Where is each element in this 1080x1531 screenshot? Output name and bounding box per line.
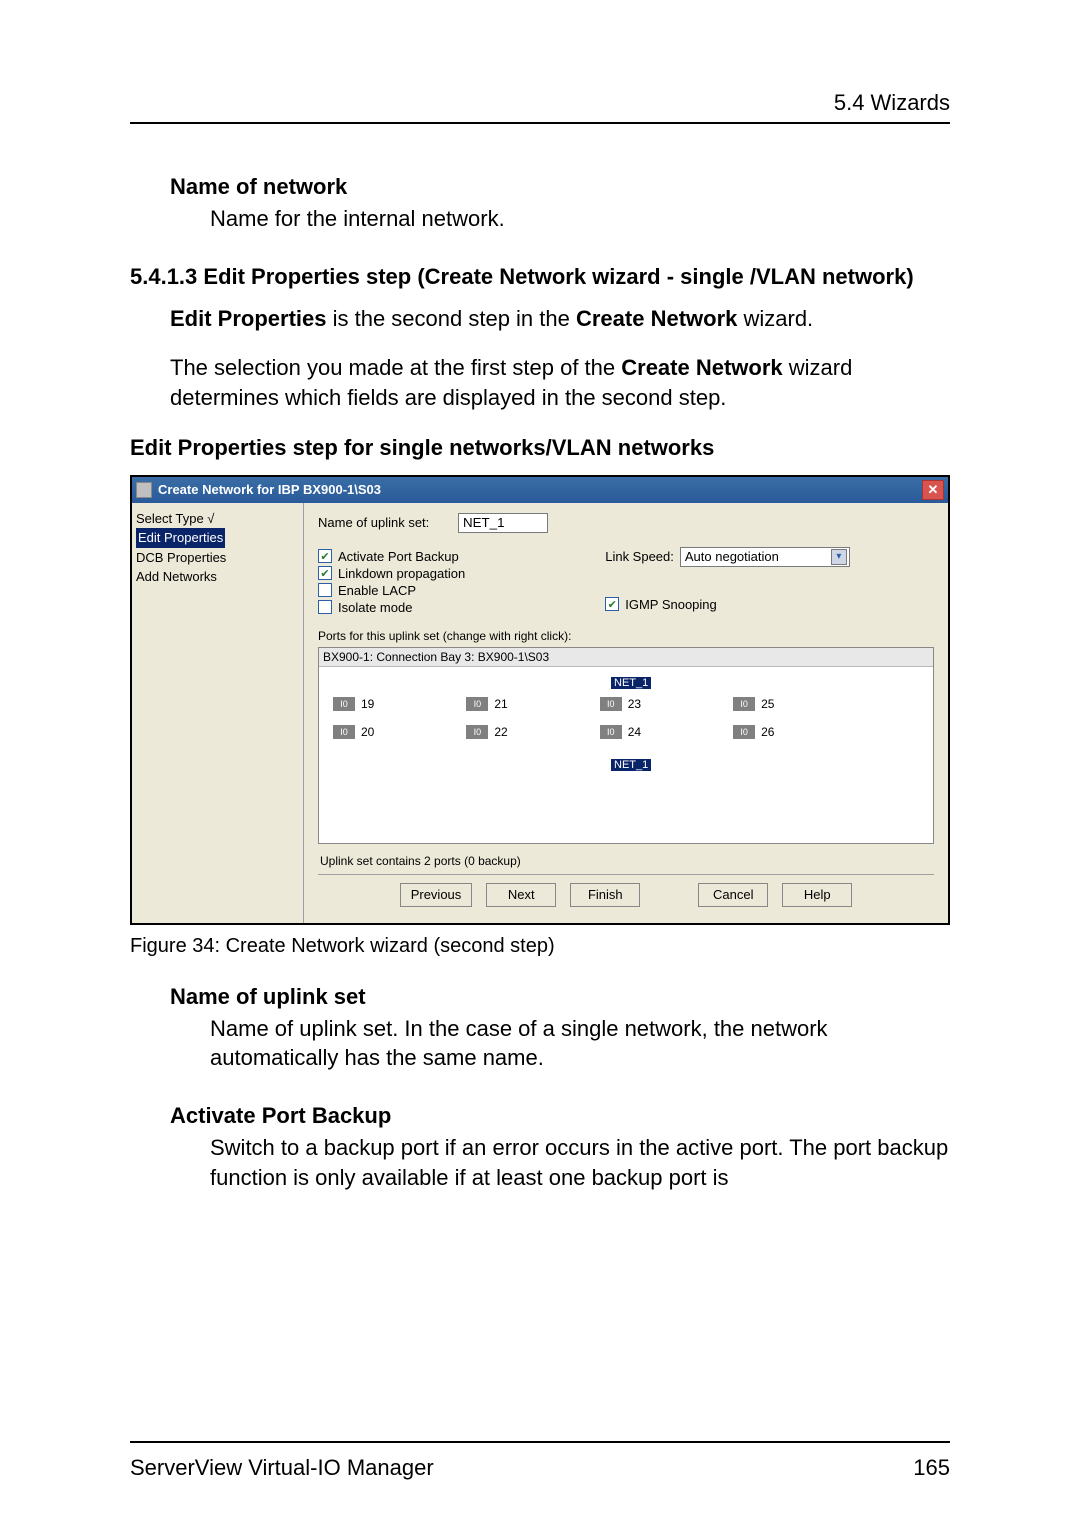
label-activate-port-backup: Activate Port Backup <box>338 549 459 564</box>
port-23[interactable]: I0 23 <box>600 697 641 711</box>
dialog-titlebar[interactable]: Create Network for IBP BX900-1\S03 ✕ <box>132 477 948 503</box>
footer-page-number: 165 <box>913 1455 950 1481</box>
port-25[interactable]: I0 25 <box>733 697 774 711</box>
port-label: 21 <box>494 697 507 711</box>
port-21[interactable]: I0 21 <box>466 697 507 711</box>
port-label: 20 <box>361 725 374 739</box>
next-button[interactable]: Next <box>486 883 556 907</box>
def-activate-port-backup: Switch to a backup port if an error occu… <box>210 1133 950 1192</box>
port-label: 24 <box>628 725 641 739</box>
uplink-summary: Uplink set contains 2 ports (0 backup) <box>318 844 934 874</box>
port-label: 25 <box>761 697 774 711</box>
port-led-icon: I0 <box>333 697 355 711</box>
help-button[interactable]: Help <box>782 883 852 907</box>
footer-product: ServerView Virtual-IO Manager <box>130 1455 434 1481</box>
tree-item-edit-properties[interactable]: Edit Properties <box>136 528 225 548</box>
term-activate-port-backup: Activate Port Backup <box>170 1103 950 1129</box>
figure-caption: Figure 34: Create Network wizard (second… <box>130 935 950 958</box>
cancel-button[interactable]: Cancel <box>698 883 768 907</box>
port-label: 22 <box>494 725 507 739</box>
label-name-of-uplink-set: Name of uplink set: <box>318 515 458 530</box>
port-led-icon: I0 <box>733 697 755 711</box>
close-button[interactable]: ✕ <box>922 480 944 500</box>
wizard-form-pane: Name of uplink set: ✔ Activate Port Back… <box>304 503 948 923</box>
net-tag-top: NET_1 <box>611 677 651 689</box>
select-link-speed[interactable]: Auto negotiation ▾ <box>680 547 850 567</box>
port-led-icon: I0 <box>600 697 622 711</box>
checkbox-activate-port-backup[interactable]: ✔ <box>318 549 332 563</box>
para-edit-properties-intro: Edit Properties is the second step in th… <box>170 304 950 334</box>
dialog-title: Create Network for IBP BX900-1\S03 <box>158 482 381 497</box>
port-led-icon: I0 <box>333 725 355 739</box>
ports-header: BX900-1: Connection Bay 3: BX900-1\S03 <box>319 648 933 667</box>
close-icon: ✕ <box>928 482 939 498</box>
wizard-step-tree[interactable]: Select Type √ Edit Properties DCB Proper… <box>132 503 304 923</box>
port-led-icon: I0 <box>466 697 488 711</box>
txt3: The selection you made at the first step… <box>170 355 621 380</box>
page-footer: ServerView Virtual-IO Manager 165 <box>130 1441 950 1481</box>
label-link-speed: Link Speed: <box>605 549 674 564</box>
port-22[interactable]: I0 22 <box>466 725 507 739</box>
label-isolate-mode: Isolate mode <box>338 600 412 615</box>
term-name-of-network: Name of network <box>170 174 950 200</box>
net-tag-bottom: NET_1 <box>611 759 651 771</box>
footer-rule <box>130 1441 950 1443</box>
heading-5-4-1-3: 5.4.1.3 Edit Properties step (Create Net… <box>130 264 950 290</box>
finish-button[interactable]: Finish <box>570 883 640 907</box>
link-speed-value: Auto negotiation <box>685 549 779 564</box>
label-igmp-snooping: IGMP Snooping <box>625 597 717 612</box>
checkbox-igmp-snooping[interactable]: ✔ <box>605 597 619 611</box>
wizard-button-bar: Previous Next Finish Cancel Help <box>318 874 934 915</box>
port-led-icon: I0 <box>733 725 755 739</box>
dialog-create-network: Create Network for IBP BX900-1\S03 ✕ Sel… <box>130 475 950 925</box>
app-icon <box>136 482 152 498</box>
header-rule <box>130 122 950 124</box>
bold-edit-properties: Edit Properties <box>170 306 326 331</box>
bold-create-network-1: Create Network <box>576 306 737 331</box>
txt2: wizard. <box>737 306 813 331</box>
checkbox-isolate-mode[interactable] <box>318 600 332 614</box>
port-led-icon: I0 <box>466 725 488 739</box>
port-19[interactable]: I0 19 <box>333 697 374 711</box>
heading-edit-properties-step: Edit Properties step for single networks… <box>130 435 950 461</box>
port-24[interactable]: I0 24 <box>600 725 641 739</box>
term-name-of-uplink-set: Name of uplink set <box>170 984 950 1010</box>
checkbox-enable-lacp[interactable] <box>318 583 332 597</box>
tree-item-add-networks[interactable]: Add Networks <box>136 567 299 587</box>
label-ports-caption: Ports for this uplink set (change with r… <box>318 629 934 643</box>
tree-item-dcb-properties[interactable]: DCB Properties <box>136 548 299 568</box>
port-20[interactable]: I0 20 <box>333 725 374 739</box>
label-enable-lacp: Enable LACP <box>338 583 416 598</box>
bold-create-network-2: Create Network <box>621 355 782 380</box>
checkbox-linkdown-propagation[interactable]: ✔ <box>318 566 332 580</box>
para-selection: The selection you made at the first step… <box>170 353 950 412</box>
previous-button[interactable]: Previous <box>400 883 473 907</box>
port-label: 19 <box>361 697 374 711</box>
def-name-of-uplink-set: Name of uplink set. In the case of a sin… <box>210 1014 950 1073</box>
header-section: 5.4 Wizards <box>130 90 950 116</box>
chevron-down-icon: ▾ <box>831 549 847 565</box>
ports-area[interactable]: BX900-1: Connection Bay 3: BX900-1\S03 N… <box>318 647 934 844</box>
port-label: 23 <box>628 697 641 711</box>
tree-item-select-type[interactable]: Select Type √ <box>136 509 299 529</box>
port-26[interactable]: I0 26 <box>733 725 774 739</box>
port-label: 26 <box>761 725 774 739</box>
def-name-of-network: Name for the internal network. <box>210 204 950 234</box>
input-name-of-uplink-set[interactable] <box>458 513 548 533</box>
txt1: is the second step in the <box>326 306 576 331</box>
label-linkdown-propagation: Linkdown propagation <box>338 566 465 581</box>
port-led-icon: I0 <box>600 725 622 739</box>
